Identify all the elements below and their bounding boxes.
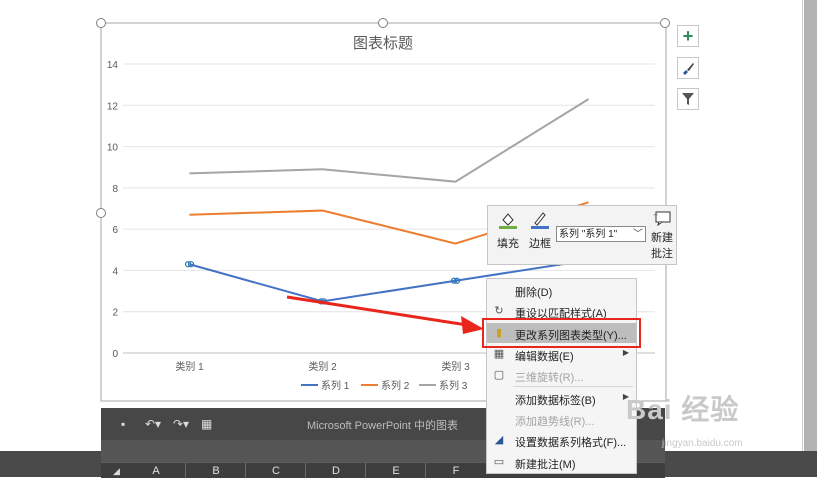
menu-item-add-trendline: 添加趋势线(R)... [515,416,595,428]
save-icon[interactable]: ▪ [121,417,125,431]
select-all-icon[interactable]: ◢ [113,466,120,477]
resize-handle[interactable] [378,18,388,28]
column-d[interactable]: D [326,465,346,477]
comment-plus-icon: + [653,210,671,227]
filter-icon [682,93,694,105]
menu-item-delete[interactable]: 删除(D) [487,280,636,300]
reset-icon: ↻ [494,305,504,317]
rotate-3d-icon: ▢ [493,369,505,381]
edit-data-icon: ▦ [493,348,505,360]
resize-handle[interactable] [96,208,106,218]
x-tick-label: 类别 3 [441,360,470,373]
menu-item-format-series[interactable]: ◢ 设置数据系列格式(F)... [487,430,636,450]
x-tick-label: 类别 2 [308,360,337,373]
y-tick-label: 6 [112,225,118,236]
watermark-url: jingyan.baidu.com [662,438,743,449]
menu-item-reset-style[interactable]: ↻ 重设以匹配样式(A) [487,301,636,321]
svg-text:+: + [653,210,658,220]
pen-icon [531,212,549,229]
new-comment-button[interactable]: + 新建 批注 [650,210,674,261]
column-c[interactable]: C [266,465,286,477]
menu-item-3d-rotation: ▢ 三维旋转(R)... [493,369,584,384]
menu-item-change-chart-type[interactable]: ▮ 更改系列图表类型(Y)... [482,318,641,348]
brush-icon [683,63,694,75]
y-tick-label: 4 [112,266,118,277]
series-select[interactable]: 系列 "系列 1" ﹀ [556,226,646,242]
paint-bucket-icon [499,213,517,229]
legend-entry[interactable]: 系列 3 [439,379,468,392]
undo-icon[interactable]: ↶▾ [145,417,161,431]
chart-title[interactable]: 图表标题 [353,35,413,52]
plus-icon: + [682,26,694,46]
resize-handle[interactable] [96,18,106,28]
chart-styles-button[interactable] [677,57,699,79]
delete-icon [492,283,506,297]
chart-type-icon: ▮ [495,327,503,339]
redo-icon[interactable]: ↷▾ [173,417,189,431]
y-tick-label: 10 [107,143,119,154]
menu-separator [513,386,633,387]
border-button[interactable]: 边框 [528,210,552,251]
y-tick-label: 0 [112,349,118,360]
column-e[interactable]: E [386,465,406,477]
menu-item-edit-data[interactable]: ▦ 编辑数据(E) ▶ [487,344,636,364]
watermark-logo: Bai 经验 [626,394,740,425]
column-f[interactable]: F [446,465,466,477]
context-menu: 删除(D) ↻ 重设以匹配样式(A) ▮ 更改系列图表类型(Y)... ▦ 编辑… [482,278,641,474]
menu-item-new-comment[interactable]: ▭ 新建批注(M) [487,452,636,472]
y-tick-label: 14 [107,60,119,71]
mini-toolbar: 填充 边框 系列 "系列 1" ﹀ + 新建 批注 [487,205,677,265]
fill-button[interactable]: 填充 [496,210,520,251]
x-tick-label: 类别 1 [175,360,204,373]
menu-item-add-data-labels[interactable]: 添加数据标签(B) ▶ [487,388,636,408]
submenu-arrow-icon: ▶ [622,348,629,357]
excel-window-title: Microsoft PowerPoint 中的图表 [307,420,458,432]
legend-entry[interactable]: 系列 1 [321,379,350,392]
add-chart-element-button[interactable]: + [677,25,699,47]
y-tick-label: 8 [112,184,118,195]
y-tick-label: 12 [107,101,119,112]
resize-handle[interactable] [660,18,670,28]
chart-filters-button[interactable] [677,88,699,110]
comment-icon: ▭ [493,456,505,468]
column-b[interactable]: B [206,465,226,477]
format-series-icon: ◢ [494,434,504,446]
chevron-down-icon: ﹀ [633,229,643,240]
legend-entry[interactable]: 系列 2 [381,379,410,392]
excel-grid-icon[interactable]: ▦ [201,417,212,431]
y-tick-label: 2 [112,308,118,319]
column-a[interactable]: A [146,465,166,477]
